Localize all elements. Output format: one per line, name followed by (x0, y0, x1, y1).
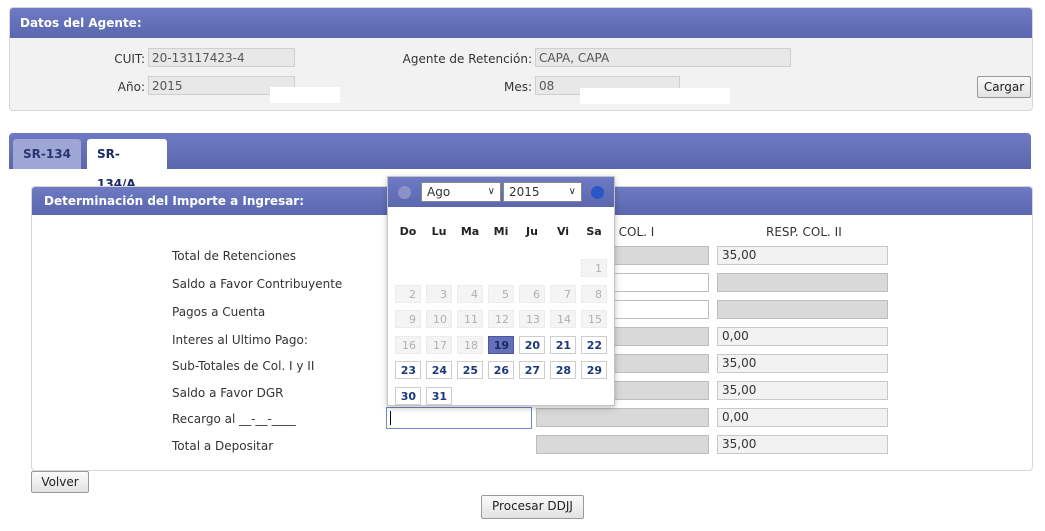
prev-month-icon[interactable] (398, 186, 411, 199)
calendar-day: 15 (581, 310, 607, 328)
agente-retencion-label: Agente de Retención: (402, 52, 532, 66)
calendar-day: 3 (426, 284, 452, 303)
col2-subtotales: 35,00 (717, 354, 888, 373)
agent-data-title: Datos del Agente: (10, 8, 1032, 38)
calendar-day[interactable]: 19 (488, 335, 514, 354)
weekday-header: Ma (460, 225, 480, 238)
month-select[interactable]: Ago ∨ (421, 182, 501, 202)
calendar-day[interactable]: 30 (395, 386, 421, 405)
col2-interes: 0,00 (717, 327, 888, 346)
calendar-day[interactable]: 20 (519, 335, 545, 354)
calendar-day: 8 (581, 284, 607, 303)
volver-button[interactable]: Volver (31, 471, 89, 493)
row-label-saldo-dgr: Saldo a Favor DGR (172, 386, 284, 400)
calendar-day: 6 (519, 284, 545, 303)
redaction-block (270, 87, 340, 103)
col2-header: RESP. COL. II (766, 225, 842, 239)
chevron-down-icon: ∨ (568, 186, 576, 197)
col2-saldo-contribuyente (717, 273, 888, 292)
month-select-value: Ago (427, 185, 451, 199)
calendar-day[interactable]: 29 (581, 361, 607, 379)
calendar-day: 4 (457, 284, 483, 303)
calendar-day: 10 (426, 310, 452, 328)
calendar-day[interactable]: 21 (550, 335, 576, 354)
datepicker-header: Ago ∨ 2015 ∨ (388, 177, 614, 207)
calendar-day: 12 (488, 310, 514, 328)
weekday-header: Vi (556, 225, 570, 238)
weekday-header: Ju (526, 225, 538, 238)
cargar-button[interactable]: Cargar (977, 76, 1031, 98)
calendar-day[interactable]: 22 (581, 335, 607, 354)
row-label-saldo-contribuyente: Saldo a Favor Contribuyente (172, 277, 343, 291)
calendar-day[interactable]: 27 (519, 361, 545, 379)
weekday-header: Mi (493, 225, 509, 238)
row-label-total-retenciones: Total de Retenciones (172, 249, 297, 263)
calendar-day[interactable]: 24 (426, 361, 452, 379)
col2-saldo-dgr: 35,00 (717, 381, 888, 400)
calendar-day[interactable]: 23 (395, 361, 421, 379)
calendar-day: 11 (457, 310, 483, 328)
col2-total-retenciones: 35,00 (717, 246, 888, 265)
calendar-day: 16 (395, 335, 421, 354)
year-select-value: 2015 (509, 185, 540, 199)
row-label-recargo: Recargo al __-__-____ (172, 412, 296, 426)
year-select[interactable]: 2015 ∨ (503, 182, 582, 202)
tab-sr-134a[interactable]: SR-134/A (87, 139, 167, 191)
text-caret (390, 411, 391, 425)
calendar-day[interactable]: 31 (426, 386, 452, 405)
col2-pagos-cuenta (717, 300, 888, 319)
calendar-day: 13 (519, 310, 545, 328)
recargo-date-input[interactable] (386, 407, 532, 429)
calendar-day[interactable]: 25 (457, 361, 483, 379)
calendar-day[interactable]: 26 (488, 361, 514, 379)
col1-header: . COL. I (611, 225, 655, 239)
weekday-header: Sa (586, 225, 602, 238)
redaction-block (580, 88, 730, 104)
mes-label: Mes: (503, 80, 532, 94)
col1-field (536, 408, 709, 427)
row-label-pagos-cuenta: Pagos a Cuenta (172, 305, 266, 319)
cuit-label: CUIT: (114, 52, 145, 66)
calendar-day: 18 (457, 335, 483, 354)
calendar-day: 5 (488, 284, 514, 303)
weekday-header: Do (399, 225, 417, 238)
calendar-day: 14 (550, 310, 576, 328)
next-month-icon[interactable] (591, 186, 604, 199)
col1-field (536, 435, 709, 454)
calendar-day[interactable]: 28 (550, 361, 576, 379)
datepicker-popup: Ago ∨ 2015 ∨ Do Lu Ma Mi Ju Vi Sa 1 2 3 4 5 6 7 8 9 10 11 1… (387, 176, 615, 406)
weekday-header: Lu (431, 225, 447, 238)
chevron-down-icon: ∨ (487, 186, 495, 197)
row-label-total-depositar: Total a Depositar (172, 439, 274, 453)
row-label-subtotales: Sub-Totales de Col. I y II (172, 359, 315, 373)
tab-sr-134[interactable]: SR-134 (13, 139, 81, 169)
agente-retencion-field: CAPA, CAPA (535, 48, 791, 67)
calendar-day: 17 (426, 335, 452, 354)
col2-total-depositar: 35,00 (717, 435, 888, 454)
anio-label: Año: (117, 80, 145, 94)
calendar-day: 9 (395, 310, 421, 328)
calendar-day: 2 (395, 284, 421, 303)
cuit-field: 20-13117423-4 (148, 48, 295, 67)
calendar-day: 7 (550, 284, 576, 303)
procesar-ddjj-button[interactable]: Procesar DDJJ (481, 495, 584, 519)
row-label-interes: Interes al Ultimo Pago: (172, 333, 308, 347)
calendar-day: 1 (581, 259, 607, 277)
col2-recargo: 0,00 (717, 408, 888, 427)
